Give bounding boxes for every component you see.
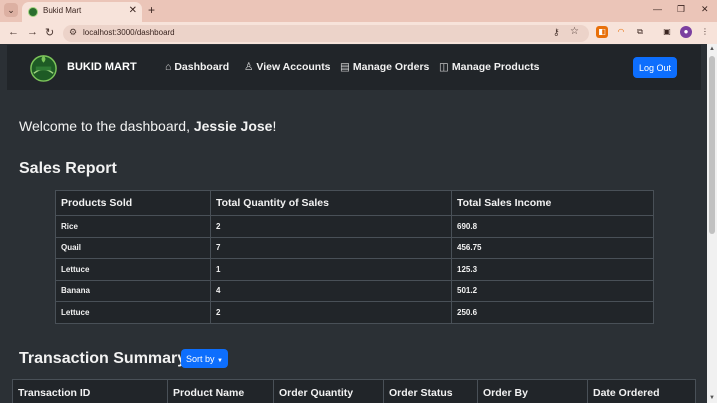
table-row: Rice 2 690.8 [55, 215, 654, 238]
table-cell: 456.75 [451, 236, 654, 259]
nav-link-manage-products[interactable]: ◫ Manage Products [439, 61, 539, 73]
favicon-icon [28, 7, 38, 17]
sales-report-title: Sales Report [19, 160, 117, 177]
window-close-icon[interactable]: ✕ [701, 4, 709, 15]
user-name: Jessie Jose [193, 118, 273, 134]
forward-icon[interactable]: → [27, 26, 38, 38]
menu-icon[interactable]: ⋮ [699, 26, 711, 38]
sort-by-button[interactable]: Sort by ▼ [181, 349, 228, 368]
nav-link-label: Manage Products [451, 61, 540, 73]
profile-icon[interactable]: ● [680, 26, 692, 38]
browser-tab[interactable]: Bukid Mart ✕ [22, 2, 142, 22]
list-icon: ▤ [340, 61, 350, 73]
page-viewport: BUKID MART ⌂ Dashboard ♙ View Accounts ▤ Ma… [0, 44, 707, 403]
table-cell: 501.2 [451, 279, 654, 302]
table-cell: 7 [210, 236, 452, 259]
browser-tab-strip: ⌄ Bukid Mart ✕ + — ❐ ✕ [0, 0, 717, 22]
table-cell: 125.3 [451, 258, 654, 281]
table-header-row: Products Sold Total Quantity of Sales To… [55, 190, 654, 216]
table-cell: 250.6 [451, 301, 654, 324]
browser-toolbar: ← → ↻ ⚙ localhost:3000/dashboard ⚷ ☆ ◧ ◠… [0, 22, 717, 44]
bukid-logo-icon[interactable] [28, 52, 59, 83]
table-cell: 1 [210, 258, 452, 281]
table-cell: Lettuce [55, 258, 211, 281]
sidebar-icon[interactable]: ▣ [661, 26, 673, 38]
nav-link-view-accounts[interactable]: ♙ View Accounts [244, 61, 331, 73]
table-row: Lettuce 1 125.3 [55, 258, 654, 281]
column-header: Order Quantity [273, 379, 384, 403]
column-header: Total Quantity of Sales [210, 190, 452, 216]
extension-icon[interactable]: ◧ [596, 26, 608, 38]
scroll-down-icon[interactable]: ▼ [709, 395, 715, 401]
house-icon: ⌂ [165, 61, 172, 73]
table-cell: 690.8 [451, 215, 654, 238]
minimize-icon[interactable]: — [653, 4, 662, 14]
nav-link-manage-orders[interactable]: ▤ Manage Orders [340, 61, 429, 73]
nav-link-dashboard[interactable]: ⌂ Dashboard [165, 61, 229, 73]
extensions-icon[interactable]: ⧉ [634, 26, 646, 38]
wifi-extension-icon[interactable]: ◠ [615, 26, 627, 38]
welcome-suffix: ! [272, 118, 277, 134]
logout-button[interactable]: Log Out [633, 57, 677, 78]
sales-report-table: Products Sold Total Quantity of Sales To… [55, 190, 654, 324]
table-cell: Rice [55, 215, 211, 238]
column-header: Date Ordered [587, 379, 696, 403]
tab-list-icon[interactable]: ⌄ [4, 3, 18, 17]
welcome-prefix: Welcome to the dashboard, [19, 118, 194, 134]
bag-icon: ◫ [439, 61, 449, 73]
back-icon[interactable]: ← [8, 26, 19, 38]
table-row: Lettuce 2 250.6 [55, 301, 654, 324]
site-info-icon[interactable]: ⚙ [69, 27, 77, 38]
table-cell: Lettuce [55, 301, 211, 324]
url-text[interactable]: localhost:3000/dashboard [83, 28, 175, 37]
brand-name[interactable]: BUKID MART [67, 61, 137, 73]
transaction-summary-table: Transaction ID Product Name Order Quanti… [12, 379, 696, 403]
close-icon[interactable]: ✕ [129, 5, 137, 16]
scrollbar-thumb[interactable] [709, 56, 715, 234]
star-icon[interactable]: ☆ [570, 26, 579, 37]
column-header: Transaction ID [12, 379, 168, 403]
table-cell: Quail [55, 236, 211, 259]
table-row: Banana 4 501.2 [55, 279, 654, 302]
table-cell: 2 [210, 301, 452, 324]
caret-down-icon: ▼ [217, 357, 223, 364]
table-cell: 4 [210, 279, 452, 302]
column-header: Total Sales Income [451, 190, 654, 216]
tab-title: Bukid Mart [43, 6, 82, 15]
column-header: Order Status [383, 379, 478, 403]
transaction-summary-title: Transaction Summary [19, 350, 187, 367]
table-header-row: Transaction ID Product Name Order Quanti… [12, 379, 696, 403]
reload-icon[interactable]: ↻ [45, 26, 54, 39]
address-bar[interactable]: ⚙ localhost:3000/dashboard ⚷ ☆ [63, 25, 589, 42]
scroll-up-icon[interactable]: ▲ [709, 46, 715, 52]
sort-by-label: Sort by [186, 353, 215, 364]
nav-link-label: View Accounts [256, 61, 331, 73]
table-cell: Banana [55, 279, 211, 302]
app-navbar: BUKID MART ⌂ Dashboard ♙ View Accounts ▤ Ma… [7, 45, 701, 90]
page-scrollbar[interactable]: ▲ ▼ [707, 44, 717, 403]
nav-link-label: Dashboard [174, 61, 230, 73]
column-header: Order By [477, 379, 588, 403]
table-cell: 2 [210, 215, 452, 238]
table-row: Quail 7 456.75 [55, 236, 654, 259]
welcome-message: Welcome to the dashboard, Jessie Jose! [19, 118, 276, 134]
restore-icon[interactable]: ❐ [677, 4, 685, 15]
column-header: Product Name [167, 379, 274, 403]
column-header: Products Sold [55, 190, 211, 216]
person-icon: ♙ [244, 61, 254, 73]
nav-link-label: Manage Orders [352, 61, 430, 73]
password-key-icon[interactable]: ⚷ [553, 27, 560, 38]
new-tab-icon[interactable]: + [148, 3, 155, 17]
